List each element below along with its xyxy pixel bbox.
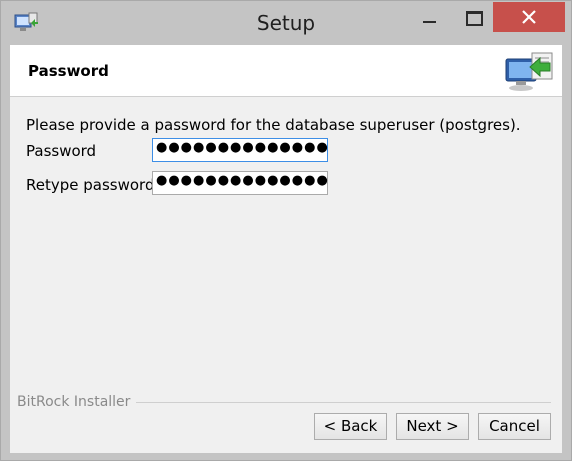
title-bar[interactable]: Setup	[1, 1, 571, 45]
retype-password-label: Retype password	[26, 176, 155, 194]
maximize-button[interactable]	[452, 2, 498, 32]
next-button[interactable]: Next >	[396, 413, 469, 440]
minimize-icon	[423, 21, 436, 23]
retype-password-field[interactable]: ●●●●●●●●●●●●●●	[152, 171, 328, 195]
setup-window: Setup Password Please provide a password…	[0, 0, 572, 461]
close-icon	[522, 10, 536, 24]
minimize-button[interactable]	[406, 2, 452, 32]
back-button[interactable]: < Back	[314, 413, 387, 440]
maximize-icon	[466, 11, 483, 26]
page-header: Password	[10, 45, 562, 97]
password-label: Password	[26, 142, 97, 160]
page-description: Please provide a password for the databa…	[26, 116, 521, 134]
content-panel: Password Please provide a password for t…	[10, 45, 562, 453]
computer-install-icon	[505, 52, 553, 91]
password-field[interactable]: ●●●●●●●●●●●●●●	[152, 138, 328, 162]
page-title: Password	[28, 62, 109, 80]
installer-brand-label: BitRock Installer	[17, 394, 137, 410]
close-button[interactable]	[493, 2, 565, 32]
cancel-button[interactable]: Cancel	[478, 413, 551, 440]
